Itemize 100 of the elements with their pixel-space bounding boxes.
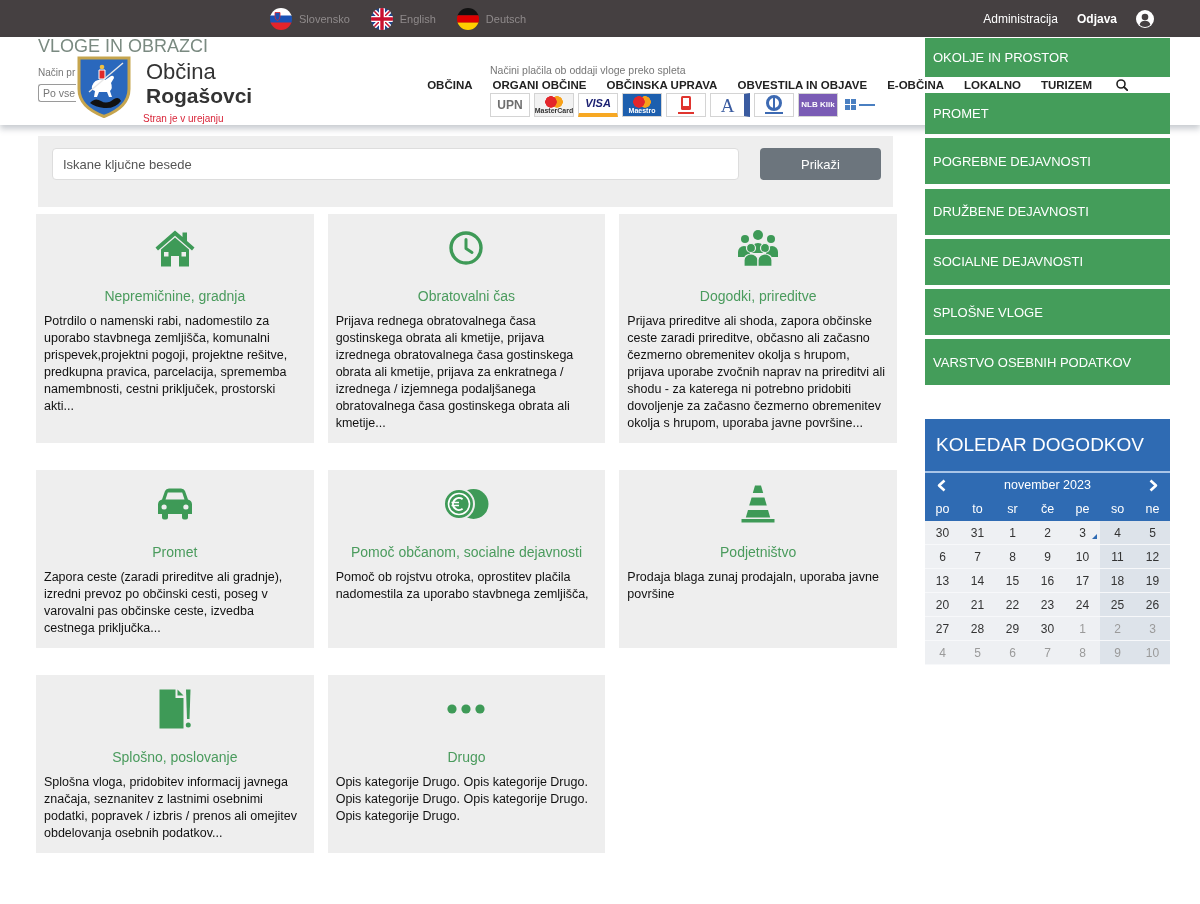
category-card[interactable]: Drugo Opis kategorije Drugo. Opis kategorije Drugo. Opis kategorije Drugo. Opis kategorije Drugo. Opis kategorije Drugo. xyxy=(327,675,606,853)
nav-link[interactable]: OBVESTILA IN OBJAVE xyxy=(737,78,868,92)
nav-link[interactable]: OBČINSKA UPRAVA xyxy=(606,78,718,92)
calendar-day[interactable]: 12 xyxy=(1135,545,1170,570)
coins-icon xyxy=(443,488,490,520)
calendar-day[interactable]: 15 xyxy=(995,569,1030,594)
category-description: Zapora ceste (zaradi prireditve ali gradnje), izredni prevoz po občinski cesti, poseg v varovalni pas občinske ceste, izvedba cestnega priključka... xyxy=(44,569,284,637)
user-icon[interactable] xyxy=(1136,9,1154,28)
calendar-day[interactable]: 4 xyxy=(1100,521,1135,546)
nav-link[interactable]: OBČINA xyxy=(427,78,473,92)
category-description: Potrdilo o namenski rabi, nadomestilo za uporabo stavbnega zemljišča, komunalni prispevek,projektni pogoji, projektne rešitve, predkupna pravica, parcelacija, sprememba namembnosti, cestni priključek, prostorski akti... xyxy=(44,313,289,415)
month-label: november 2023 xyxy=(1004,478,1091,493)
category-title: Nepremičnine, gradnja xyxy=(104,287,246,306)
clock-icon xyxy=(449,231,484,265)
more-dots-icon xyxy=(447,704,486,714)
calendar-day[interactable]: 10 xyxy=(1065,545,1100,570)
weekday-label: so xyxy=(1110,502,1125,517)
category-card[interactable]: Promet Zapora ceste (zaradi prireditve ali gradnje), izredni prevoz po občinski cesti, poseg v varovalni pas občinske ceste, izvedba cestnega priključka... xyxy=(36,470,314,648)
calendar-day[interactable]: 13 xyxy=(925,569,960,594)
filter-label: Način pr xyxy=(38,67,76,79)
calendar-day[interactable]: 17 xyxy=(1065,569,1100,594)
category-card[interactable] xyxy=(327,214,606,443)
filter-select[interactable]: Po vse xyxy=(38,84,76,102)
category-card[interactable] xyxy=(36,214,314,443)
category-description: Pomoč ob rojstvu otroka, oprostitev plačila nadomestila za uporabo stavbnega zemljišča, xyxy=(335,569,590,603)
calendar-day[interactable]: 5 xyxy=(1135,521,1170,546)
category-description: Prijava rednega obratovalnega časa gostinskega obrata ali kmetije, prijava izrednega obratovalnega časa gostinskega obrata ali kmetije, prijava za enkratnega / izrednega / izjemnega podaljšanega obratovalnega časa gostinskega obrata ali kmetije... xyxy=(335,313,575,432)
search-icon[interactable] xyxy=(1116,79,1128,91)
calendar-day[interactable]: 19 xyxy=(1135,569,1170,594)
weekday-label: sr xyxy=(1007,502,1018,517)
status-notice: Stran je v urejanju xyxy=(143,113,224,125)
shield-emblem-icon[interactable] xyxy=(77,56,131,118)
nav-link[interactable]: ORGANI OBČINE xyxy=(492,78,587,92)
calendar-day[interactable]: 27 xyxy=(925,617,960,642)
category-title: Podjetništvo xyxy=(720,543,797,562)
calendar-day[interactable]: 29 xyxy=(995,617,1030,642)
search-field[interactable]: Iskane ključne besede xyxy=(52,148,739,180)
calendar-day[interactable]: 26 xyxy=(1135,593,1170,618)
category-title: Drugo xyxy=(447,748,486,767)
category-description: Prijava prireditve ali shoda, zapora občinske ceste zaradi prireditve, občasno ali začasno čezmerno obremenitev okolja s hrupom, prijava uporabe zvočnih naprav na prireditvi ali shodu - za katerega ni potrebno pridobiti dovoljenje za začasno čezmerno obremenitev okolja s hrupom, uporaba javne površine... xyxy=(627,313,887,432)
weekday-label: to xyxy=(972,502,983,517)
category-description: Prodaja blaga zunaj prodajaln, uporaba javne površine xyxy=(627,569,880,603)
calendar-day[interactable]: 9 xyxy=(1030,545,1065,570)
top-link[interactable]: Odjava xyxy=(1076,11,1117,26)
calendar-day[interactable]: 20 xyxy=(925,593,960,618)
calendar-day[interactable]: 21 xyxy=(960,593,995,618)
category-title: Promet xyxy=(152,543,198,562)
category-title: Dogodki, prireditve xyxy=(699,287,817,306)
flag-icon xyxy=(370,7,393,30)
weekday-label: pe xyxy=(1075,502,1090,517)
nav-link[interactable]: E-OBČINA xyxy=(887,78,945,92)
calendar-day[interactable]: 7 xyxy=(960,545,995,570)
calendar-day[interactable]: 14 xyxy=(960,569,995,594)
calendar-day[interactable]: 8 xyxy=(995,545,1030,570)
calendar-day[interactable]: 30 xyxy=(925,521,960,546)
show-button[interactable]: Prikaži xyxy=(760,148,881,180)
calendar-day[interactable]: 30 xyxy=(1030,617,1065,642)
calendar-day[interactable]: 16 xyxy=(1030,569,1065,594)
category-card[interactable]: Splošno, poslovanje Splošna vloga, pridobitev informacij javnega značaja, seznanitev z lastnimi osebnimi podatki, popravek / izbris / prenos ali omejitev obdelovanja osebnih podatkov... xyxy=(36,675,314,853)
payment-logo: UPN xyxy=(490,93,530,117)
calendar-day[interactable]: 24 xyxy=(1065,593,1100,618)
chevron-right-icon[interactable] xyxy=(1149,478,1158,492)
people-icon xyxy=(736,229,781,267)
category-card[interactable]: Pomoč občanom, socialne dejavnosti Pomoč ob rojstvu otroka, oprostitev plačila nadomestila za uporabo stavbnega zemljišča, xyxy=(327,470,606,648)
calendar-day[interactable]: 2 xyxy=(1030,521,1065,546)
payment-logo: VISA xyxy=(578,93,618,117)
page-title: VLOGE IN OBRAZCI xyxy=(38,37,209,55)
traffic-cone-icon xyxy=(741,485,776,523)
payment-methods-label: Načini plačila ob oddaji vloge preko spleta xyxy=(490,64,686,76)
nav-link[interactable]: TURIZEM xyxy=(1040,78,1092,92)
calendar-day[interactable]: 28 xyxy=(960,617,995,642)
car-icon xyxy=(156,488,193,520)
category-title: Splošno, poslovanje xyxy=(112,748,238,767)
calendar-day[interactable]: 25 xyxy=(1100,593,1135,618)
top-link[interactable]: Administracija xyxy=(983,11,1058,26)
weekday-label: ne xyxy=(1145,502,1160,517)
chevron-left-icon[interactable] xyxy=(937,478,946,492)
weekday-label: po xyxy=(935,502,950,517)
category-title: Pomoč občanom, socialne dejavnosti xyxy=(350,543,583,562)
document-alert-icon xyxy=(158,689,191,729)
category-card[interactable] xyxy=(619,214,897,443)
calendar-day[interactable]: 11 xyxy=(1100,545,1135,570)
weekday-label: če xyxy=(1040,502,1055,517)
calendar-day[interactable]: 18 xyxy=(1100,569,1135,594)
flag-icon xyxy=(456,7,479,30)
calendar-day[interactable]: 22 xyxy=(995,593,1030,618)
calendar-day[interactable]: 3 xyxy=(1065,521,1100,546)
nav-link[interactable]: LOKALNO xyxy=(964,78,1021,92)
category-description: Splošna vloga, pridobitev informacij javnega značaja, seznanitev z lastnimi osebnimi podatki, popravek / izbris / prenos ali omejitev obdelovanja osebnih podatkov... xyxy=(44,774,298,842)
category-card[interactable]: Podjetništvo Prodaja blaga zunaj prodajaln, uporaba javne površine xyxy=(619,470,897,648)
payment-logo: A xyxy=(710,93,750,117)
category-description: Opis kategorije Drugo. Opis kategorije Drugo. Opis kategorije Drugo. Opis kategorije Drugo. Opis kategorije Drugo. xyxy=(335,774,589,825)
municipality-label: Občina xyxy=(146,59,216,84)
municipality-name: Rogašovci xyxy=(146,84,253,108)
calendar-day[interactable]: 6 xyxy=(925,545,960,570)
calendar-day[interactable]: 1 xyxy=(995,521,1030,546)
calendar-day[interactable]: 23 xyxy=(1030,593,1065,618)
calendar-day[interactable]: 31 xyxy=(960,521,995,546)
flag-icon xyxy=(270,7,292,30)
category-title: Obratovalni čas xyxy=(417,287,516,306)
